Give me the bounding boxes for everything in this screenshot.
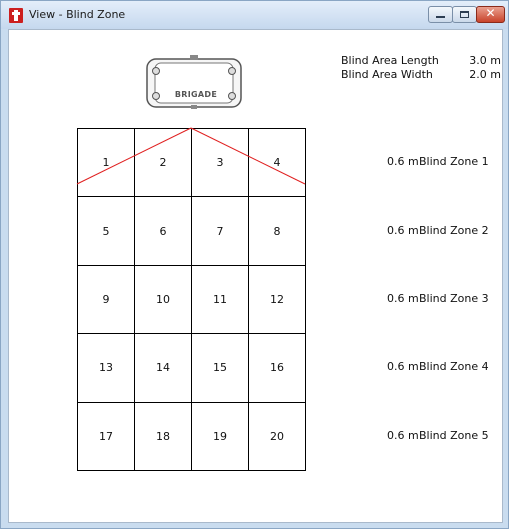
blind-area-summary: Blind Area Length 3.0 m Blind Area Width… bbox=[341, 54, 501, 82]
blind-zone-window: View - Blind Zone ✕ BRIGADE Blind Area L… bbox=[0, 0, 509, 529]
blind-zone-distance: 0.6 m bbox=[387, 428, 419, 442]
camera-device: BRIGADE bbox=[144, 55, 244, 111]
blind-zone-name: Blind Zone 4 bbox=[419, 360, 489, 374]
title-bar[interactable]: View - Blind Zone ✕ bbox=[1, 1, 508, 29]
blind-area-length-row: Blind Area Length 3.0 m bbox=[341, 54, 501, 68]
blind-zone-distance: 0.6 m bbox=[387, 223, 419, 237]
blind-area-length-label: Blind Area Length bbox=[341, 54, 439, 67]
blind-area-width-row: Blind Area Width 2.0 m bbox=[341, 68, 501, 82]
client-area: BRIGADE Blind Area Length 3.0 m Blind Ar… bbox=[8, 29, 503, 523]
blind-zone-name: Blind Zone 5 bbox=[419, 428, 489, 442]
close-icon: ✕ bbox=[485, 6, 496, 20]
close-button[interactable]: ✕ bbox=[476, 6, 505, 23]
blind-zone-name: Blind Zone 1 bbox=[419, 155, 489, 169]
maximize-icon bbox=[460, 11, 469, 18]
blind-area-width-value: 2.0 m bbox=[469, 68, 501, 81]
blind-area-width-label: Blind Area Width bbox=[341, 68, 433, 81]
maximize-button[interactable] bbox=[452, 6, 477, 23]
blind-zone-name: Blind Zone 2 bbox=[419, 223, 489, 237]
blind-zone-boundary-lines bbox=[76, 127, 306, 185]
window-title: View - Blind Zone bbox=[29, 8, 126, 21]
right-boundary-line bbox=[190, 127, 306, 185]
app-icon bbox=[9, 8, 23, 23]
left-boundary-line bbox=[76, 127, 192, 185]
minimize-icon bbox=[436, 16, 445, 18]
blind-zone-name: Blind Zone 3 bbox=[419, 292, 489, 305]
blind-area-length-value: 3.0 m bbox=[469, 54, 501, 67]
minimize-button[interactable] bbox=[428, 6, 453, 23]
camera-brand-label: BRIGADE bbox=[174, 90, 218, 99]
blind-zone-distance: 0.6 m bbox=[387, 292, 419, 305]
blind-zone-distance: 0.6 m bbox=[387, 155, 419, 169]
blind-zone-distance: 0.6 m bbox=[387, 360, 419, 374]
camera-icon bbox=[146, 55, 242, 109]
